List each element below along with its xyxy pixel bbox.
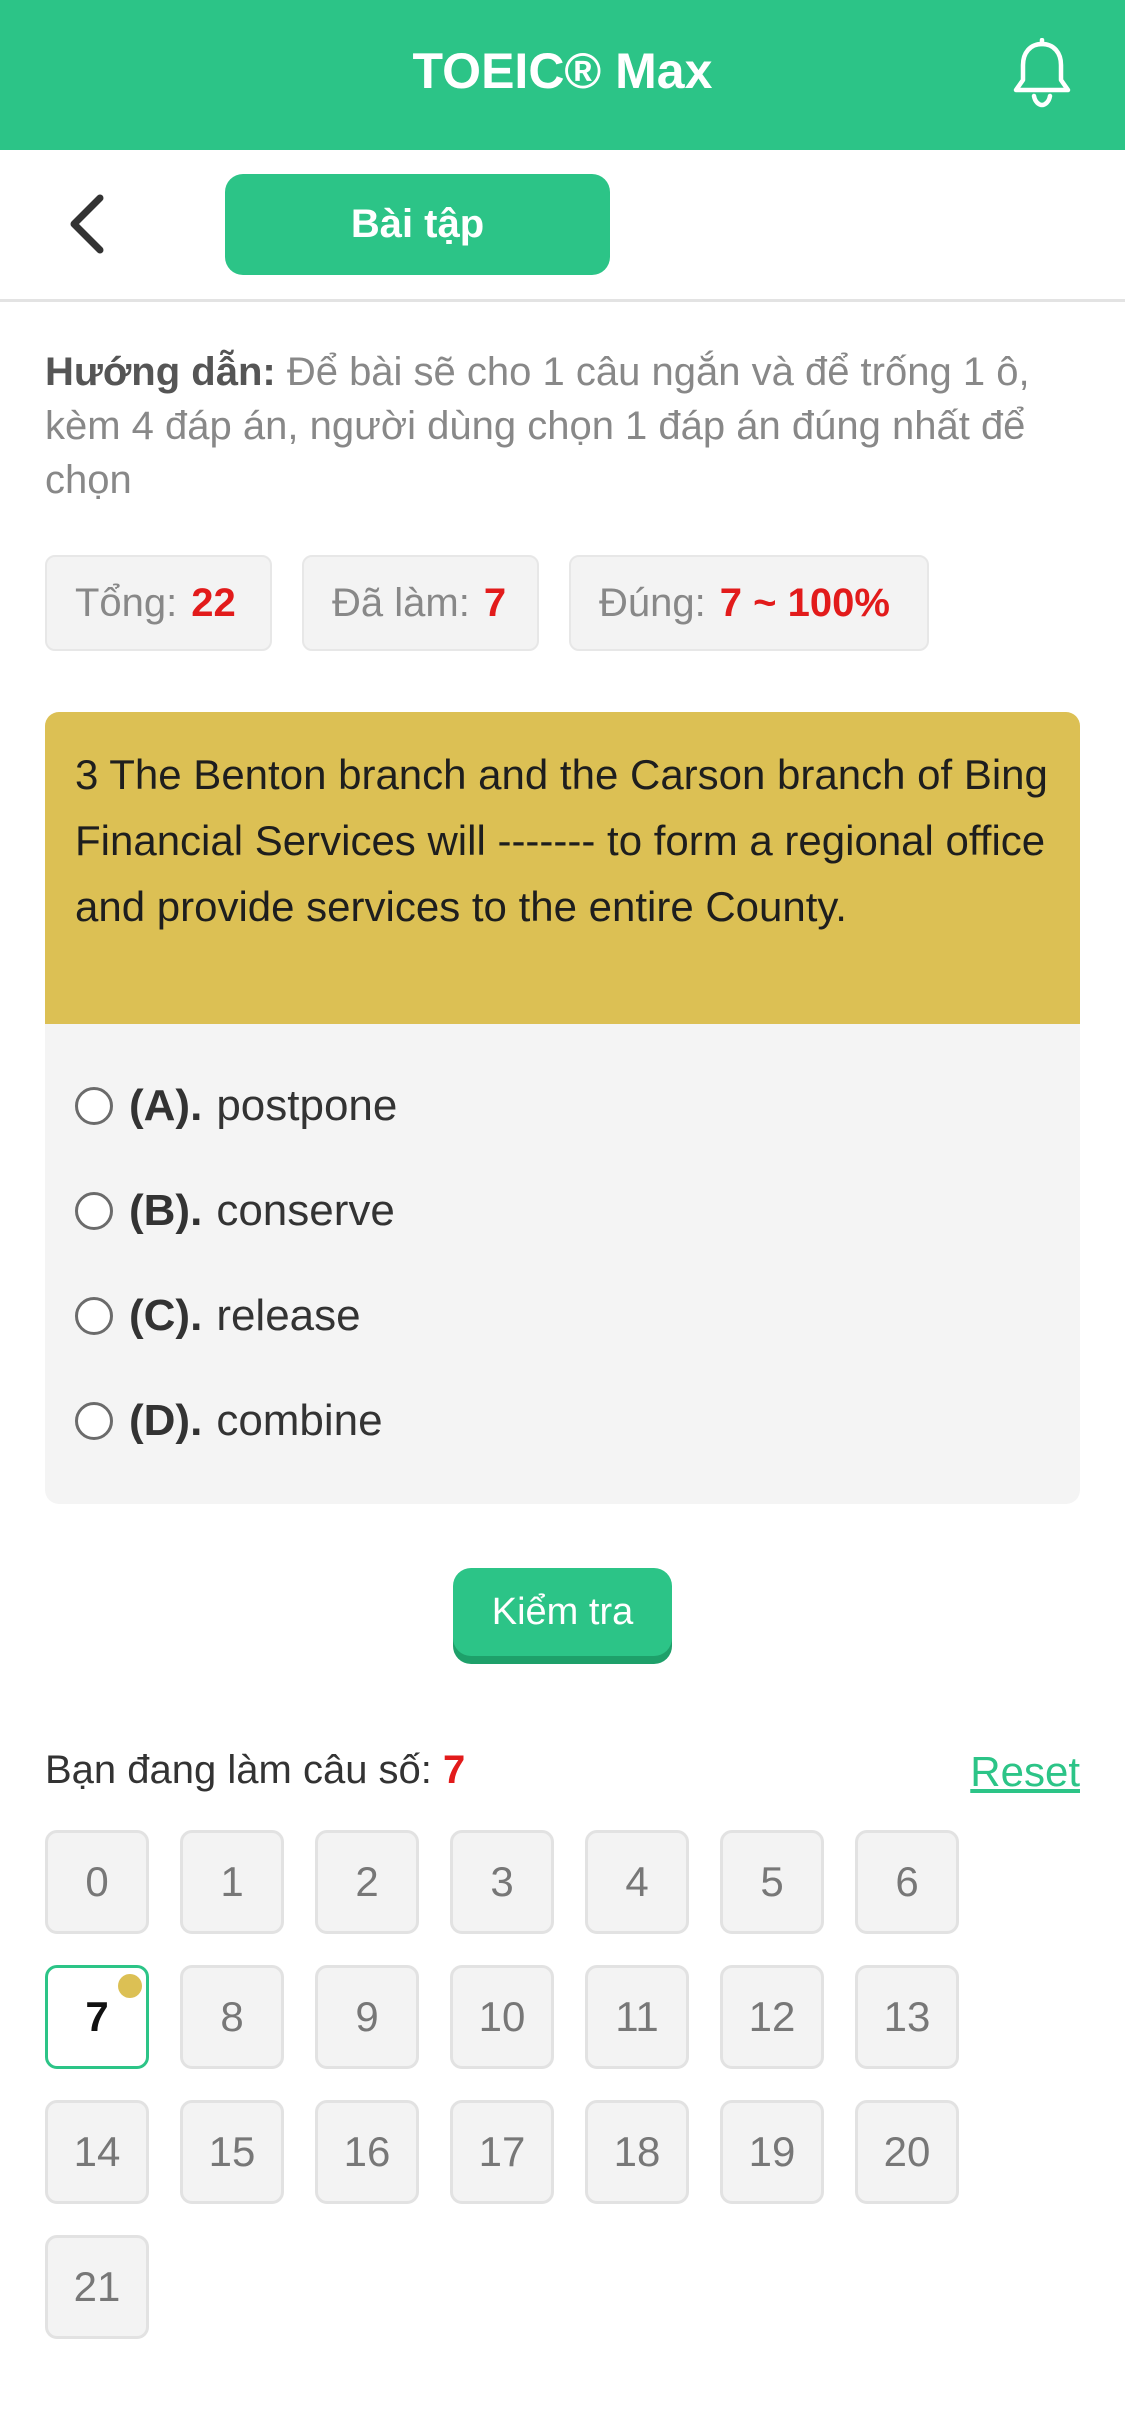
question-number-button[interactable]: 10 (450, 1965, 554, 2069)
question-number-button[interactable]: 4 (585, 1830, 689, 1934)
question-text: 3 The Benton branch and the Carson branc… (45, 712, 1080, 1024)
option-b[interactable]: (B). conserve (75, 1176, 395, 1246)
current-question-label: Bạn đang làm câu số: 7 (45, 1748, 465, 1793)
reset-link[interactable]: Reset (970, 1748, 1080, 1796)
question-number-button[interactable]: 7 (45, 1965, 149, 2069)
radio-button[interactable] (75, 1192, 113, 1230)
question-number-button[interactable]: 11 (585, 1965, 689, 2069)
stat-correct: Đúng: 7 ~ 100% (569, 555, 929, 651)
question-number-button[interactable]: 13 (855, 1965, 959, 2069)
question-number-button[interactable]: 3 (450, 1830, 554, 1934)
question-number-button[interactable]: 18 (585, 2100, 689, 2204)
question-number-button[interactable]: 8 (180, 1965, 284, 2069)
question-number-button[interactable]: 14 (45, 2100, 149, 2204)
question-number-button[interactable]: 0 (45, 1830, 149, 1934)
question-number-button[interactable]: 15 (180, 2100, 284, 2204)
option-text: conserve (216, 1186, 395, 1235)
question-number-button[interactable]: 9 (315, 1965, 419, 2069)
question-number-button[interactable]: 6 (855, 1830, 959, 1934)
option-a[interactable]: (A). postpone (75, 1071, 397, 1141)
question-number-button[interactable]: 17 (450, 2100, 554, 2204)
stat-correct-label: Đúng: (599, 581, 706, 625)
question-number-button[interactable]: 21 (45, 2235, 149, 2339)
app-header: TOEIC® Max (0, 0, 1125, 150)
option-d[interactable]: (D). combine (75, 1386, 383, 1456)
instructions-label: Hướng dẫn: (45, 350, 276, 394)
question-number-button[interactable]: 5 (720, 1830, 824, 1934)
radio-button[interactable] (75, 1402, 113, 1440)
current-question-number: 7 (443, 1748, 466, 1792)
current-question-text: Bạn đang làm câu số: (45, 1748, 432, 1792)
stat-total-label: Tổng: (75, 581, 178, 625)
app-title: TOEIC® Max (412, 43, 713, 99)
question-number-button[interactable]: 19 (720, 2100, 824, 2204)
option-c[interactable]: (C). release (75, 1281, 361, 1351)
chevron-left-icon[interactable] (62, 192, 112, 256)
stat-total-value: 22 (191, 581, 236, 625)
question-number-button[interactable]: 1 (180, 1830, 284, 1934)
stat-total: Tổng: 22 (45, 555, 272, 651)
option-letter: (D). (129, 1396, 203, 1445)
question-number-button[interactable]: 2 (315, 1830, 419, 1934)
question-number-button[interactable]: 16 (315, 2100, 419, 2204)
option-letter: (C). (129, 1291, 203, 1340)
radio-button[interactable] (75, 1087, 113, 1125)
question-number-button[interactable]: 12 (720, 1965, 824, 2069)
stat-done-label: Đã làm: (332, 581, 470, 625)
option-text: postpone (216, 1081, 398, 1130)
radio-button[interactable] (75, 1297, 113, 1335)
nav-bar: Bài tập (0, 150, 1125, 302)
option-text: release (216, 1291, 361, 1340)
tab-exercises[interactable]: Bài tập (225, 174, 610, 275)
bell-icon[interactable] (1010, 38, 1074, 110)
answer-options: (A). postpone (B). conserve (C). release… (45, 1024, 1080, 1504)
stat-correct-value: 7 ~ 100% (719, 581, 890, 625)
option-text: combine (216, 1396, 383, 1445)
check-button[interactable]: Kiểm tra (453, 1568, 672, 1656)
stat-done: Đã làm: 7 (302, 555, 539, 651)
instructions: Hướng dẫn: Để bài sẽ cho 1 câu ngắn và đ… (45, 345, 1085, 507)
question-number-button[interactable]: 20 (855, 2100, 959, 2204)
option-letter: (A). (129, 1081, 203, 1130)
current-indicator-dot (118, 1974, 142, 1998)
stat-done-value: 7 (483, 581, 507, 625)
option-letter: (B). (129, 1186, 203, 1235)
